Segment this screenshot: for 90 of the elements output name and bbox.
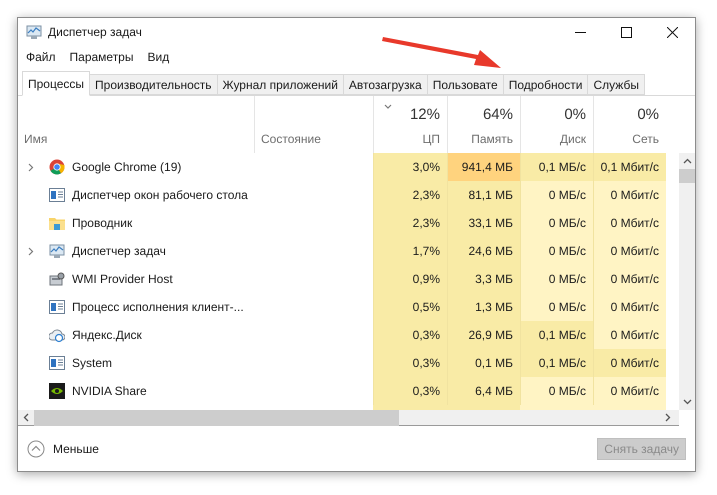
- table-cell: 0 МБ/с: [520, 293, 593, 321]
- table-cell: 941,4 МБ: [447, 153, 520, 181]
- column-header[interactable]: Сеть: [632, 130, 659, 148]
- process-name: Процесс исполнения клиент-...: [72, 299, 244, 316]
- tab[interactable]: Пользовате: [428, 74, 504, 95]
- process-name: Проводник: [72, 215, 132, 232]
- process-name: System: [72, 355, 112, 372]
- table-cell: 24,6 МБ: [447, 237, 520, 265]
- tab[interactable]: Автозагрузка: [344, 74, 428, 95]
- table-cell: 0,3%: [373, 377, 447, 405]
- scroll-right-icon[interactable]: [665, 413, 671, 422]
- tab[interactable]: Процессы: [22, 71, 90, 96]
- tab[interactable]: Службы: [588, 74, 645, 95]
- monitor-chart-icon: [49, 244, 65, 258]
- table-cell: 0 МБ/с: [520, 181, 593, 209]
- menu-item[interactable]: Параметры: [66, 48, 138, 66]
- fewer-details-button[interactable]: Меньше: [27, 440, 99, 458]
- scrollbar-thumb[interactable]: [679, 169, 695, 183]
- vertical-scrollbar[interactable]: [679, 153, 695, 410]
- scroll-up-icon[interactable]: [682, 158, 692, 164]
- table-cell: 0,1 МБ/с: [520, 349, 593, 377]
- table-cell: 0 МБ/с: [520, 265, 593, 293]
- table-cell: 0 Мбит/с: [593, 181, 666, 209]
- column-percent: 12%: [410, 104, 440, 124]
- table-cell: 0,1 Мбит/с: [593, 153, 666, 181]
- tab[interactable]: Подробности: [504, 74, 588, 95]
- table-cell: 0,1 МБ/с: [520, 321, 593, 349]
- column-percent: 0%: [564, 104, 586, 124]
- menu-item[interactable]: Вид: [143, 48, 174, 66]
- table-cell: 0,1 МБ/с: [520, 153, 593, 181]
- table-cell: 0 МБ/с: [520, 209, 593, 237]
- tab[interactable]: Производительность: [90, 74, 218, 95]
- table-cell: 0,3%: [373, 321, 447, 349]
- scroll-down-icon[interactable]: [682, 399, 692, 405]
- table-cell: 0,9%: [373, 265, 447, 293]
- process-name: Диспетчер окон рабочего стола: [72, 187, 248, 204]
- scrollbar-thumb[interactable]: [34, 410, 399, 426]
- table-cell: 0 Мбит/с: [593, 209, 666, 237]
- table-cell: 3,0%: [373, 153, 447, 181]
- column-header[interactable]: Память: [471, 130, 513, 148]
- column-header[interactable]: Состояние: [261, 130, 321, 148]
- column-percent: 0%: [637, 104, 659, 124]
- window-title: Диспетчер задач: [48, 24, 142, 41]
- table-cell: 0,3%: [373, 349, 447, 377]
- table-cell: 0,5%: [373, 293, 447, 321]
- menu-item[interactable]: Файл: [22, 48, 60, 66]
- eye-logo-icon: [49, 383, 65, 399]
- table-cell: 1,3 МБ: [447, 293, 520, 321]
- chrome-logo-icon: [49, 159, 65, 175]
- close-icon: [666, 26, 678, 38]
- process-name: Google Chrome (19): [72, 159, 182, 176]
- process-name: Диспетчер задач: [72, 243, 166, 260]
- chevron-up-circle-icon: [27, 440, 45, 458]
- table-cell: 0 МБ/с: [520, 237, 593, 265]
- tab[interactable]: Журнал приложений: [218, 74, 344, 95]
- expand-chevron-icon[interactable]: [28, 246, 34, 256]
- process-name: Яндекс.Диск: [72, 327, 142, 344]
- table-cell: 0,1 МБ: [447, 349, 520, 377]
- column-header[interactable]: ЦП: [422, 130, 440, 148]
- table-cell: 0 Мбит/с: [593, 321, 666, 349]
- horizontal-scrollbar[interactable]: [18, 410, 679, 426]
- table-cell: 0 МБ/с: [520, 377, 593, 405]
- window-icon: [49, 300, 65, 314]
- table-cell: 0 Мбит/с: [593, 237, 666, 265]
- folder-icon: [49, 216, 65, 230]
- table-cell: 33,1 МБ: [447, 209, 520, 237]
- column-header[interactable]: Имя: [24, 130, 48, 148]
- process-name: WMI Provider Host: [72, 271, 173, 288]
- cloud-sync-icon: [49, 328, 65, 342]
- column-percent: 64%: [482, 104, 513, 124]
- maximize-icon: [620, 26, 632, 38]
- window-icon: [49, 356, 65, 370]
- scroll-left-icon[interactable]: [23, 413, 29, 422]
- table-cell: 3,3 МБ: [447, 265, 520, 293]
- table-cell: 6,4 МБ: [447, 377, 520, 405]
- table-cell: 2,3%: [373, 181, 447, 209]
- table-cell: 0 Мбит/с: [593, 293, 666, 321]
- table-cell: 1,7%: [373, 237, 447, 265]
- table-cell: 2,3%: [373, 209, 447, 237]
- monitor-chart-icon: [26, 24, 42, 40]
- window-icon: [49, 188, 65, 202]
- table-cell: 0 Мбит/с: [593, 349, 666, 377]
- table-cell: 26,9 МБ: [447, 321, 520, 349]
- expand-chevron-icon[interactable]: [28, 162, 34, 172]
- process-name: NVIDIA Share: [72, 383, 147, 400]
- computer-gear-icon: [49, 272, 65, 286]
- column-header[interactable]: Диск: [560, 130, 586, 148]
- table-cell: 81,1 МБ: [447, 181, 520, 209]
- table-cell: 0 Мбит/с: [593, 377, 666, 405]
- table-cell: 0 Мбит/с: [593, 265, 666, 293]
